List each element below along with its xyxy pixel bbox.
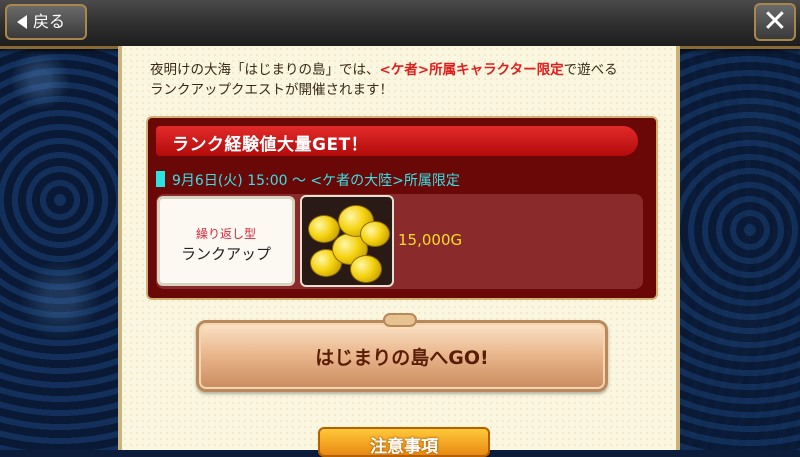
- back-button[interactable]: 戻る: [5, 4, 87, 40]
- quest-type-top: 繰り返し型: [195, 227, 256, 241]
- intro-line1-b: で遊べる: [563, 62, 618, 78]
- ornamental-background-right: [680, 0, 800, 450]
- intro-highlight: <ケ者>所属キャラクター限定: [379, 62, 564, 78]
- quest-type-box: 繰り返し型 ランクアップ: [157, 196, 295, 286]
- go-island-label: はじまりの島へGO!: [315, 347, 489, 369]
- event-title: ランク経験値大量GET！: [172, 135, 369, 155]
- intro-line2: ランクアップクエストが開催されます！: [150, 82, 393, 98]
- close-button[interactable]: ✕: [754, 3, 796, 41]
- event-subtitle: 9月6日(火) 15:00 〜 <ケ者の大陸>所属限定: [172, 173, 460, 189]
- intro-line1-a: 夜明けの大海「はじまりの島」では、: [150, 62, 380, 78]
- arrow-left-icon: [17, 15, 27, 29]
- notice-label: 注意事項: [370, 437, 438, 457]
- gold-coins-icon: [300, 195, 394, 287]
- back-label: 戻る: [33, 12, 66, 31]
- close-icon: ✕: [762, 4, 788, 39]
- intro-text: 夜明けの大海「はじまりの島」では、<ケ者>所属キャラクター限定で遊べる ランクア…: [150, 60, 660, 100]
- reward-value: 15,000G: [398, 231, 463, 249]
- subtitle-marker: [156, 171, 165, 187]
- button-ornament: [383, 313, 417, 327]
- notice-header: 注意事項: [318, 427, 490, 457]
- top-bar: 戻る ✕: [0, 0, 800, 49]
- quest-type-bottom: ランクアップ: [180, 245, 271, 263]
